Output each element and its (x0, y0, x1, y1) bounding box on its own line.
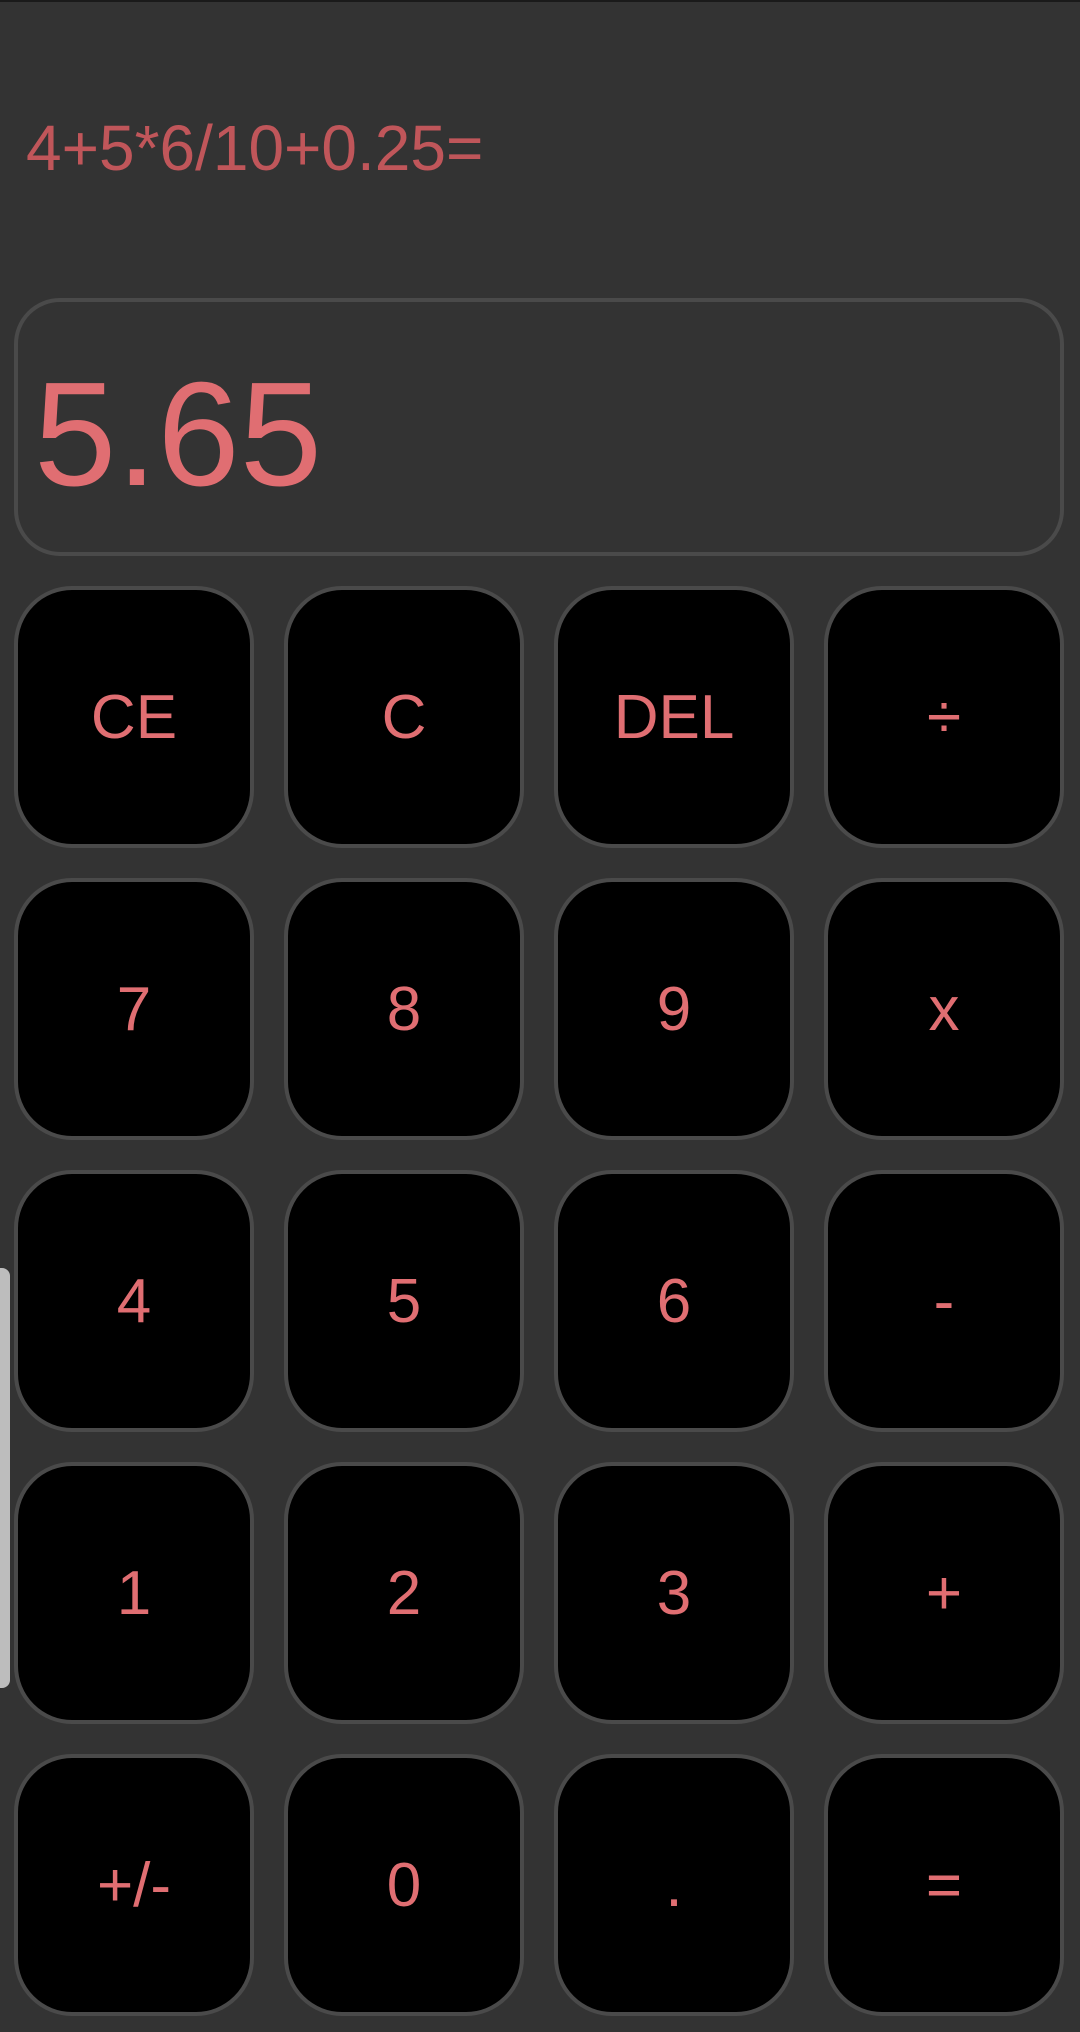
key-label: - (933, 1266, 955, 1336)
key-label: ÷ (926, 682, 962, 752)
key-label: C (381, 682, 427, 752)
digit-6-button[interactable]: 6 (554, 1170, 794, 1432)
key-label: +/- (96, 1850, 172, 1920)
top-divider (0, 0, 1080, 2)
key-label: 9 (656, 974, 692, 1044)
key-label: 7 (116, 974, 152, 1044)
clear-entry-button[interactable]: CE (14, 586, 254, 848)
key-label: 3 (656, 1558, 692, 1628)
key-label: 6 (656, 1266, 692, 1336)
key-label: 4 (116, 1266, 152, 1336)
key-label: CE (90, 682, 178, 752)
digit-5-button[interactable]: 5 (284, 1170, 524, 1432)
equals-button[interactable]: = (824, 1754, 1064, 2016)
digit-3-button[interactable]: 3 (554, 1462, 794, 1724)
add-button[interactable]: + (824, 1462, 1064, 1724)
key-label: DEL (613, 682, 735, 752)
digit-7-button[interactable]: 7 (14, 878, 254, 1140)
subtract-button[interactable]: - (824, 1170, 1064, 1432)
result-display: 5.65 (14, 298, 1064, 556)
key-label: 5 (386, 1266, 422, 1336)
key-label: 0 (386, 1850, 422, 1920)
negate-button[interactable]: +/- (14, 1754, 254, 2016)
divide-button[interactable]: ÷ (824, 586, 1064, 848)
delete-button[interactable]: DEL (554, 586, 794, 848)
edge-scroll-handle[interactable] (0, 1268, 10, 1688)
multiply-button[interactable]: x (824, 878, 1064, 1140)
keypad: CE C DEL ÷ 7 8 9 x 4 5 6 - 1 2 3 + +/- 0… (14, 586, 1066, 2016)
digit-1-button[interactable]: 1 (14, 1462, 254, 1724)
key-label: . (665, 1850, 683, 1920)
key-label: 8 (386, 974, 422, 1044)
digit-8-button[interactable]: 8 (284, 878, 524, 1140)
decimal-point-button[interactable]: . (554, 1754, 794, 2016)
key-label: + (925, 1558, 963, 1628)
digit-2-button[interactable]: 2 (284, 1462, 524, 1724)
key-label: = (925, 1850, 963, 1920)
key-label: x (928, 974, 960, 1044)
digit-9-button[interactable]: 9 (554, 878, 794, 1140)
key-label: 2 (386, 1558, 422, 1628)
digit-4-button[interactable]: 4 (14, 1170, 254, 1432)
clear-button[interactable]: C (284, 586, 524, 848)
result-value: 5.65 (34, 352, 323, 517)
key-label: 1 (116, 1558, 152, 1628)
expression-text: 4+5*6/10+0.25= (26, 112, 484, 184)
digit-0-button[interactable]: 0 (284, 1754, 524, 2016)
